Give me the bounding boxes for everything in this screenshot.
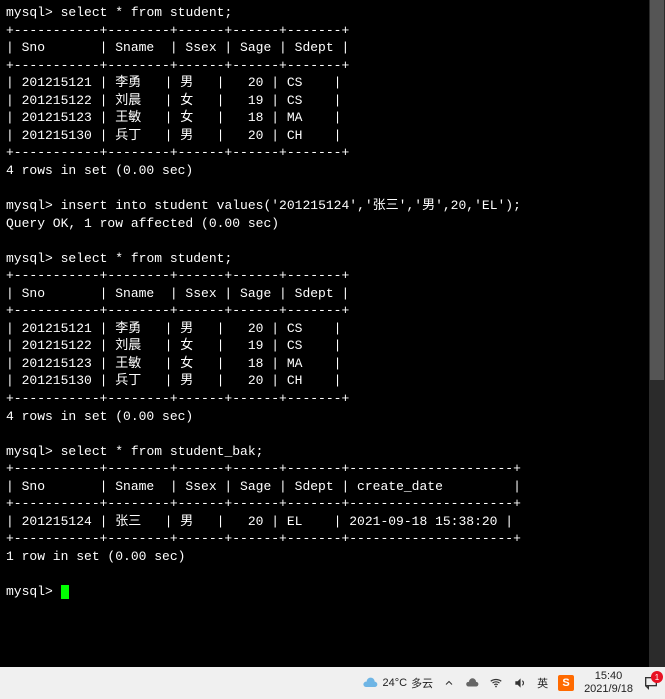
table1-row: | 201215123 | 王敏 | 女 | 18 | MA | <box>6 110 341 125</box>
table3-border: +-----------+--------+------+------+----… <box>6 531 521 546</box>
query-select1: select * from student; <box>61 5 233 20</box>
weather-temp: 24°C <box>382 677 407 689</box>
table2-border: +-----------+--------+------+------+----… <box>6 303 349 318</box>
query-insert: insert into student values('201215124','… <box>61 198 521 213</box>
table1-row: | 201215121 | 李勇 | 男 | 20 | CS | <box>6 75 341 90</box>
prompt: mysql> <box>6 251 53 266</box>
notification-center[interactable]: 1 <box>643 675 659 691</box>
chevron-up-icon[interactable] <box>443 677 455 689</box>
table1-header: | Sno | Sname | Ssex | Sage | Sdept | <box>6 40 349 55</box>
table2-row: | 201215122 | 刘晨 | 女 | 19 | CS | <box>6 338 341 353</box>
cloud-icon <box>362 675 378 691</box>
scrollbar-thumb[interactable] <box>650 0 664 380</box>
taskbar: 24°C 多云 英 S 15:40 2021/9/18 1 <box>0 667 665 699</box>
prompt: mysql> <box>6 5 53 20</box>
ime-brand-icon[interactable]: S <box>558 675 574 691</box>
query-select3: select * from student_bak; <box>61 444 264 459</box>
table2-row: | 201215123 | 王敏 | 女 | 18 | MA | <box>6 356 341 371</box>
table3-footer: 1 row in set (0.00 sec) <box>6 549 185 564</box>
weather-widget[interactable]: 24°C 多云 <box>362 675 433 691</box>
query-select2: select * from student; <box>61 251 233 266</box>
tray-icons: 英 S <box>443 675 574 691</box>
clock-time: 15:40 <box>595 670 623 683</box>
speaker-icon[interactable] <box>513 676 527 690</box>
table2-footer: 4 rows in set (0.00 sec) <box>6 409 193 424</box>
mysql-terminal[interactable]: mysql> select * from student; +---------… <box>0 0 665 667</box>
notification-count: 1 <box>651 671 663 683</box>
table3-border: +-----------+--------+------+------+----… <box>6 461 521 476</box>
table1-footer: 4 rows in set (0.00 sec) <box>6 163 193 178</box>
table1-border: +-----------+--------+------+------+----… <box>6 145 349 160</box>
clock-date: 2021/9/18 <box>584 683 633 696</box>
table2-row: | 201215130 | 兵丁 | 男 | 20 | CH | <box>6 373 341 388</box>
table1-row: | 201215122 | 刘晨 | 女 | 19 | CS | <box>6 93 341 108</box>
wifi-icon[interactable] <box>489 676 503 690</box>
table3-header: | Sno | Sname | Ssex | Sage | Sdept | cr… <box>6 479 521 494</box>
onedrive-icon[interactable] <box>465 676 479 690</box>
table2-border: +-----------+--------+------+------+----… <box>6 268 349 283</box>
table3-border: +-----------+--------+------+------+----… <box>6 496 521 511</box>
table2-border: +-----------+--------+------+------+----… <box>6 391 349 406</box>
table1-row: | 201215130 | 兵丁 | 男 | 20 | CH | <box>6 128 341 143</box>
table3-row: | 201215124 | 张三 | 男 | 20 | EL | 2021-09… <box>6 514 513 529</box>
table1-border: +-----------+--------+------+------+----… <box>6 58 349 73</box>
scrollbar[interactable] <box>649 0 665 667</box>
prompt: mysql> <box>6 584 53 599</box>
ime-lang[interactable]: 英 <box>537 675 548 691</box>
table2-row: | 201215121 | 李勇 | 男 | 20 | CS | <box>6 321 341 336</box>
table1-border: +-----------+--------+------+------+----… <box>6 23 349 38</box>
prompt: mysql> <box>6 198 53 213</box>
prompt: mysql> <box>6 444 53 459</box>
table2-header: | Sno | Sname | Ssex | Sage | Sdept | <box>6 286 349 301</box>
clock[interactable]: 15:40 2021/9/18 <box>584 670 633 696</box>
insert-result: Query OK, 1 row affected (0.00 sec) <box>6 216 279 231</box>
cursor <box>61 585 69 599</box>
weather-desc: 多云 <box>411 675 433 691</box>
